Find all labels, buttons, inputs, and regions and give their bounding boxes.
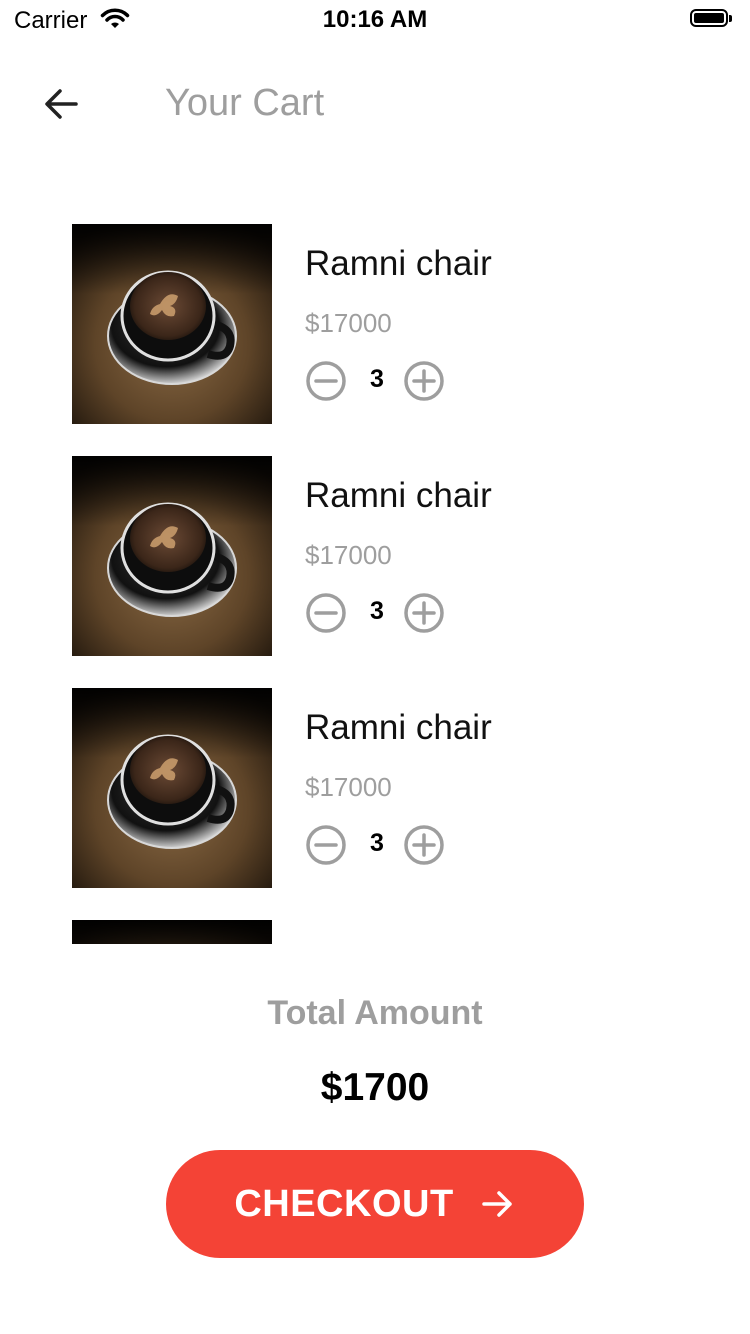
cart-item-partial xyxy=(72,920,692,944)
minus-circle-icon xyxy=(306,593,346,633)
plus-circle-icon xyxy=(404,825,444,865)
decrease-quantity-button[interactable] xyxy=(305,592,347,634)
increase-quantity-button[interactable] xyxy=(403,592,445,634)
product-name: Ramni chair xyxy=(305,476,492,515)
battery-icon xyxy=(690,9,732,29)
plus-circle-icon xyxy=(404,593,444,633)
product-price: $17000 xyxy=(305,540,392,570)
quantity-value: 3 xyxy=(370,597,384,625)
cart-list[interactable]: Ramni chair $17000 3 Ramni chair $17000 … xyxy=(0,224,750,944)
product-name: Ramni chair xyxy=(305,708,492,747)
arrow-right-icon xyxy=(480,1186,516,1222)
increase-quantity-button[interactable] xyxy=(403,360,445,402)
quantity-value: 3 xyxy=(370,829,384,857)
back-button[interactable] xyxy=(40,84,88,124)
product-image xyxy=(72,688,272,888)
minus-circle-icon xyxy=(306,361,346,401)
quantity-value: 3 xyxy=(370,365,384,393)
plus-circle-icon xyxy=(404,361,444,401)
checkout-label: CHECKOUT xyxy=(234,1182,454,1225)
decrease-quantity-button[interactable] xyxy=(305,360,347,402)
status-time: 10:16 AM xyxy=(322,6,428,33)
status-bar: Carrier 10:16 AM xyxy=(0,0,750,40)
cart-item: Ramni chair $17000 3 xyxy=(72,456,692,656)
product-image xyxy=(72,920,272,944)
checkout-button[interactable]: CHECKOUT xyxy=(166,1150,584,1258)
product-image xyxy=(72,224,272,424)
page-title: Your Cart xyxy=(165,82,325,124)
decrease-quantity-button[interactable] xyxy=(305,824,347,866)
product-image xyxy=(72,456,272,656)
arrow-left-icon xyxy=(40,89,80,128)
cart-item: Ramni chair $17000 3 xyxy=(72,224,692,424)
total-amount-label: Total Amount xyxy=(267,994,483,1032)
increase-quantity-button[interactable] xyxy=(403,824,445,866)
total-amount-value: $1700 xyxy=(320,1066,430,1109)
product-price: $17000 xyxy=(305,308,392,338)
cart-item: Ramni chair $17000 3 xyxy=(72,688,692,888)
product-price: $17000 xyxy=(305,772,392,802)
minus-circle-icon xyxy=(306,825,346,865)
product-name: Ramni chair xyxy=(305,244,492,283)
